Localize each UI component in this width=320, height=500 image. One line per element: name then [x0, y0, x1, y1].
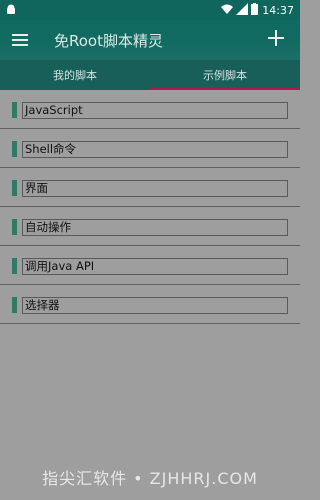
watermark: 指尖汇软件 • ZJHHRJ.COM: [42, 469, 258, 488]
item-marker: [12, 219, 17, 235]
list-item-shell[interactable]: Shell命令: [0, 129, 300, 168]
status-time: 14:37: [262, 3, 294, 17]
item-marker: [12, 258, 17, 274]
item-marker: [12, 180, 17, 196]
app-title: 免Root脚本精灵: [54, 31, 163, 50]
list-item-javascript[interactable]: JavaScript: [0, 90, 300, 129]
list-item-label: Shell命令: [22, 141, 288, 158]
list-item-java-api[interactable]: 调用Java API: [0, 246, 300, 285]
hamburger-menu-icon: [12, 31, 28, 50]
battery-icon: [251, 2, 259, 18]
tab-label: 示例脚本: [203, 69, 247, 82]
list-item-label: 选择器: [22, 297, 288, 314]
signal-icon: [236, 2, 249, 18]
list-item-automation[interactable]: 自动操作: [0, 207, 300, 246]
status-bar: 14:37: [0, 0, 300, 20]
list-item-label: 界面: [22, 180, 288, 197]
script-list: JavaScript Shell命令 界面 自动操作 调用Java API 选择…: [0, 90, 300, 324]
item-marker: [12, 102, 17, 118]
add-script-button[interactable]: [256, 20, 296, 60]
item-marker: [12, 141, 17, 157]
list-item-label: JavaScript: [22, 102, 288, 119]
list-item-selector[interactable]: 选择器: [0, 285, 300, 324]
wifi-icon: [221, 3, 234, 18]
list-item-ui[interactable]: 界面: [0, 168, 300, 207]
plus-icon: [268, 30, 284, 50]
list-item-label: 调用Java API: [22, 258, 288, 275]
menu-button[interactable]: [0, 20, 40, 60]
item-marker: [12, 297, 17, 313]
list-item-label: 自动操作: [22, 219, 288, 236]
android-robot-icon: [5, 4, 17, 16]
tab-sample-scripts[interactable]: 示例脚本: [150, 60, 300, 90]
app-bar: 免Root脚本精灵: [0, 20, 300, 60]
tab-label: 我的脚本: [53, 69, 97, 82]
tab-my-scripts[interactable]: 我的脚本: [0, 60, 150, 90]
tab-bar: 我的脚本 示例脚本: [0, 60, 300, 90]
